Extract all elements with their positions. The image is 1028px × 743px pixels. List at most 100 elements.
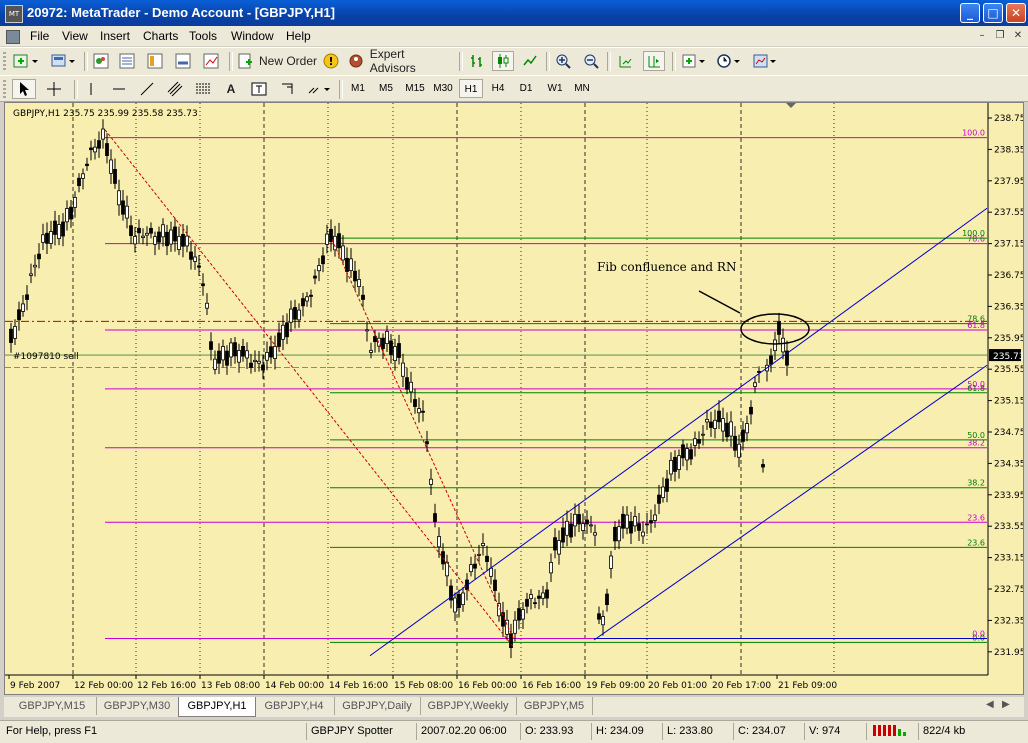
tab-gbpjpy-m15[interactable]: GBPJPY,M15: [8, 697, 97, 715]
market-watch-button[interactable]: [90, 51, 112, 71]
candle-body: [717, 410, 721, 423]
candle-body: [493, 579, 497, 591]
zoom-in-icon[interactable]: [552, 51, 574, 71]
mdi-restore-button[interactable]: ❐: [993, 29, 1007, 42]
indicators-button[interactable]: [678, 51, 710, 71]
menu-window[interactable]: Window: [231, 29, 274, 43]
timeframe-w1[interactable]: W1: [543, 79, 567, 98]
bar-chart-button[interactable]: [466, 51, 488, 71]
price-chart[interactable]: 100.078.661.850.038.223.60.0100.078.661.…: [5, 103, 1026, 694]
candle-body: [113, 168, 117, 184]
crosshair-icon[interactable]: [42, 79, 66, 99]
terminal-button[interactable]: [172, 51, 194, 71]
tab-gbpjpy-h1[interactable]: GBPJPY,H1: [178, 697, 256, 717]
auto-scroll-button[interactable]: [614, 51, 636, 71]
candle-body: [489, 567, 493, 577]
periods-button[interactable]: [713, 51, 745, 71]
horizontal-line-icon[interactable]: [108, 79, 130, 99]
text-label-icon[interactable]: [248, 79, 270, 99]
templates-button[interactable]: [749, 51, 781, 71]
autotrading-warning-icon[interactable]: !: [320, 51, 342, 71]
tab-gbpjpy-weekly[interactable]: GBPJPY,Weekly: [420, 697, 517, 715]
candlestick-chart-button[interactable]: [492, 51, 514, 71]
time-tick-label: 20 Feb 17:00: [712, 681, 771, 691]
timeframe-h4[interactable]: H4: [487, 79, 509, 98]
timeframe-d1[interactable]: D1: [515, 79, 537, 98]
candle-body: [57, 224, 61, 240]
chart-shift-button[interactable]: [643, 51, 665, 71]
candle-body: [657, 494, 661, 504]
candle-body: [125, 205, 129, 219]
candle-body: [389, 340, 393, 355]
tab-scroll-left-icon[interactable]: ◀: [986, 699, 994, 710]
candle-body: [725, 422, 729, 438]
menu-file[interactable]: File: [30, 29, 49, 43]
fib2-level-label: 50.0: [967, 431, 985, 440]
candle-body: [341, 245, 345, 261]
trendline-icon[interactable]: [136, 79, 158, 99]
tab-gbpjpy-m30[interactable]: GBPJPY,M30: [96, 697, 179, 715]
timeframe-m30[interactable]: M30: [430, 79, 456, 98]
data-window-button[interactable]: [116, 51, 138, 71]
candle-body: [221, 346, 225, 361]
vertical-line-icon[interactable]: [80, 79, 102, 99]
profiles-button[interactable]: [47, 51, 79, 71]
candle-body: [693, 438, 697, 446]
arrows-icon[interactable]: [276, 79, 298, 99]
candle-body: [565, 520, 569, 536]
new-order-button[interactable]: New Order: [237, 51, 317, 71]
expert-advisors-button[interactable]: Expert Advisors: [348, 47, 452, 75]
menu-charts[interactable]: Charts: [143, 29, 178, 43]
drawing-tools-dropdown[interactable]: [304, 79, 334, 99]
line-chart-button[interactable]: [519, 51, 541, 71]
candle-body: [769, 355, 773, 365]
candle-body: [277, 332, 281, 347]
maximize-button[interactable]: □: [983, 3, 1003, 23]
toolbar-separator: [607, 52, 611, 71]
candle-body: [593, 532, 597, 536]
timeframe-m15[interactable]: M15: [402, 79, 428, 98]
candle-body: [361, 294, 365, 300]
zoom-out-icon[interactable]: [580, 51, 602, 71]
timeframe-m1[interactable]: M1: [347, 79, 369, 98]
status-bar: For Help, press F1 GBPJPY Spotter 2007.0…: [0, 720, 1028, 743]
menu-view[interactable]: View: [62, 29, 88, 43]
menu-bar: File View Insert Charts Tools Window Hel…: [0, 26, 1028, 46]
menu-tools[interactable]: Tools: [189, 29, 217, 43]
tab-gbpjpy-daily[interactable]: GBPJPY,Daily: [334, 697, 421, 715]
close-button[interactable]: ✕: [1006, 3, 1026, 23]
timeframe-mn[interactable]: MN: [570, 79, 594, 98]
candle-body: [405, 377, 409, 390]
candle-body: [557, 540, 561, 555]
price-tick-label: 235.55: [994, 365, 1023, 375]
mdi-close-button[interactable]: ✕: [1011, 29, 1025, 42]
equidistant-channel-icon[interactable]: [164, 79, 186, 99]
timeframe-h1[interactable]: H1: [459, 79, 483, 98]
candle-body: [269, 346, 273, 358]
tab-gbpjpy-h4[interactable]: GBPJPY,H4: [254, 697, 335, 715]
timeframe-m5[interactable]: M5: [375, 79, 397, 98]
candle-body: [517, 608, 521, 621]
candle-body: [349, 258, 353, 271]
menu-insert[interactable]: Insert: [100, 29, 130, 43]
candle-body: [677, 455, 681, 470]
new-order-icon: [238, 53, 252, 69]
candle-body: [257, 360, 261, 364]
tab-gbpjpy-m5[interactable]: GBPJPY,M5: [516, 697, 593, 715]
mdi-minimize-button[interactable]: –: [975, 29, 989, 42]
candle-body: [481, 542, 485, 547]
text-icon[interactable]: A: [220, 79, 242, 99]
strategy-tester-button[interactable]: [200, 51, 222, 71]
cursor-icon[interactable]: [12, 79, 36, 99]
fib1-level-label: 100.0: [962, 129, 985, 138]
chart-window[interactable]: 100.0 78.6 61.8 50.0 38.2 23.6 0.0 100.0 78.6 61.…: [4, 102, 1026, 695]
fibonacci-retracement-icon[interactable]: [192, 79, 214, 99]
candle-body: [129, 225, 133, 236]
minimize-button[interactable]: _: [960, 3, 980, 23]
new-chart-button[interactable]: [10, 51, 42, 71]
candle-body: [409, 381, 413, 393]
candle-body: [41, 234, 45, 243]
tab-scroll-right-icon[interactable]: ▶: [1002, 699, 1010, 710]
navigator-button[interactable]: [144, 51, 166, 71]
menu-help[interactable]: Help: [286, 29, 311, 43]
